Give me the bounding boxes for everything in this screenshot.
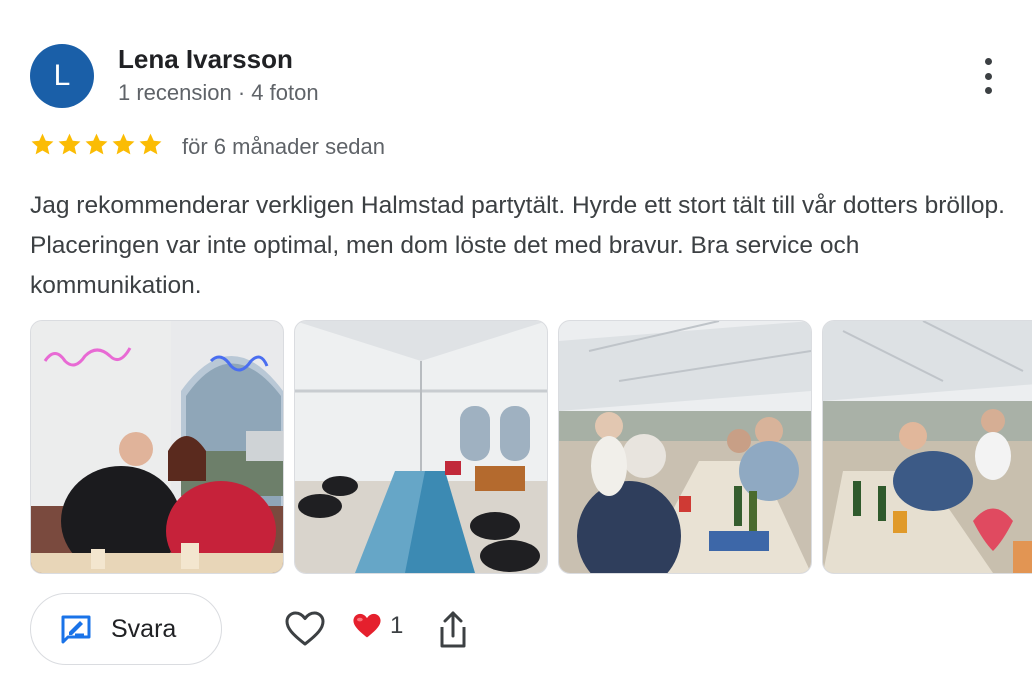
photo-couple-neon-sign[interactable] (30, 320, 284, 574)
star-icon (85, 133, 108, 155)
avatar-initial: L (53, 59, 71, 92)
reaction-count: 1 (390, 612, 404, 639)
photo-strip (30, 320, 1032, 574)
reviewer-name[interactable]: Lena Ivarsson (118, 44, 293, 75)
reply-button[interactable]: Svara (30, 593, 222, 665)
heart-outline-icon[interactable] (284, 610, 326, 648)
photo-tent-long-table[interactable] (294, 320, 548, 574)
star-rating (30, 132, 163, 157)
reply-icon (61, 615, 91, 644)
star-icon (112, 133, 135, 155)
star-icon (31, 133, 54, 155)
reviewer-meta: 1 recension · 4 foton (118, 80, 319, 105)
review-time: för 6 månader sedan (182, 134, 386, 159)
review-text: Jag rekommenderar verkligen Halmstad par… (30, 192, 1005, 299)
share-icon[interactable] (436, 610, 470, 650)
avatar[interactable]: L (30, 44, 94, 108)
reaction-summary[interactable]: 1 (352, 612, 403, 640)
red-heart-emoji (353, 613, 381, 638)
photo-guests-dining-2[interactable] (822, 320, 1032, 574)
more-vertical-icon[interactable] (976, 58, 1000, 94)
star-icon (58, 133, 81, 155)
star-icon (139, 133, 162, 155)
reply-label: Svara (111, 614, 177, 643)
photo-guests-dining[interactable] (558, 320, 812, 574)
